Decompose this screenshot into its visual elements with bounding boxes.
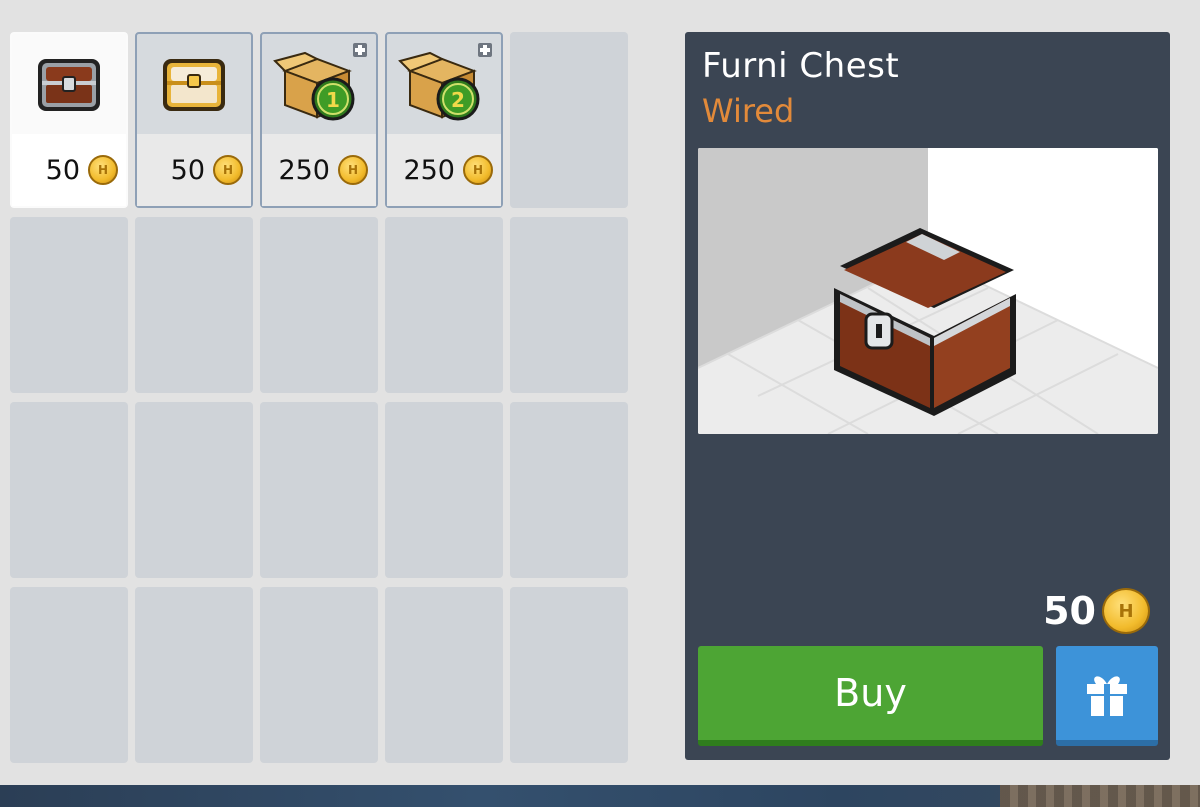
item-price-row: 250 H — [387, 134, 501, 206]
gold-chest-icon — [137, 34, 251, 134]
credit-coin-icon: H — [213, 155, 243, 185]
catalog-empty-slot — [385, 402, 503, 578]
item-price-row: 50 H — [137, 134, 251, 206]
credit-coin-icon: H — [338, 155, 368, 185]
catalog-empty-slot — [135, 402, 253, 578]
preview-subtitle: Wired — [702, 92, 795, 130]
catalog-item-box-bundle-1[interactable]: 1 250 H — [260, 32, 378, 208]
credit-coin-icon: H — [1102, 588, 1150, 634]
room-preview — [698, 148, 1158, 434]
catalog-window: 50 H 50 H 1 250 H 2 250 H Furni Chest Wi… — [0, 0, 1200, 785]
catalog-empty-slot — [260, 587, 378, 763]
preview-title: Furni Chest — [702, 46, 900, 86]
catalog-grid: 50 H 50 H 1 250 H 2 250 H — [10, 32, 628, 763]
catalog-item-box-bundle-2[interactable]: 2 250 H — [385, 32, 503, 208]
catalog-empty-slot — [385, 587, 503, 763]
catalog-empty-slot — [135, 587, 253, 763]
catalog-empty-slot — [510, 217, 628, 393]
catalog-empty-slot — [510, 32, 628, 208]
item-price-row: 250 H — [262, 134, 376, 206]
furni-chest-icon — [12, 34, 126, 134]
item-price-row: 50 H — [12, 134, 126, 206]
box-bundle-icon: 1 — [262, 34, 376, 134]
bundle-badge: 2 — [451, 88, 465, 112]
building-silhouette — [1000, 785, 1200, 807]
buy-button[interactable]: Buy — [698, 646, 1043, 746]
item-price: 50 — [45, 154, 80, 186]
bundle-badge: 1 — [326, 88, 340, 112]
catalog-empty-slot — [260, 217, 378, 393]
preview-price-amount: 50 — [1043, 589, 1096, 633]
catalog-empty-slot — [385, 217, 503, 393]
gift-icon — [1087, 676, 1127, 716]
box-bundle-icon: 2 — [387, 34, 501, 134]
item-price: 250 — [403, 154, 455, 186]
credit-coin-icon: H — [88, 155, 118, 185]
room-background-strip — [0, 785, 1200, 807]
credit-coin-icon: H — [463, 155, 493, 185]
item-price: 250 — [278, 154, 330, 186]
item-price: 50 — [170, 154, 205, 186]
catalog-empty-slot — [10, 217, 128, 393]
catalog-empty-slot — [10, 587, 128, 763]
catalog-empty-slot — [10, 402, 128, 578]
catalog-empty-slot — [260, 402, 378, 578]
preview-price: 50 H — [1043, 588, 1150, 634]
catalog-item-gold-chest[interactable]: 50 H — [135, 32, 253, 208]
catalog-item-furni-chest[interactable]: 50 H — [10, 32, 128, 208]
catalog-empty-slot — [135, 217, 253, 393]
catalog-empty-slot — [510, 402, 628, 578]
gift-button[interactable] — [1056, 646, 1158, 746]
item-preview-panel: Furni Chest Wired 50 H Buy — [685, 32, 1170, 760]
catalog-empty-slot — [510, 587, 628, 763]
